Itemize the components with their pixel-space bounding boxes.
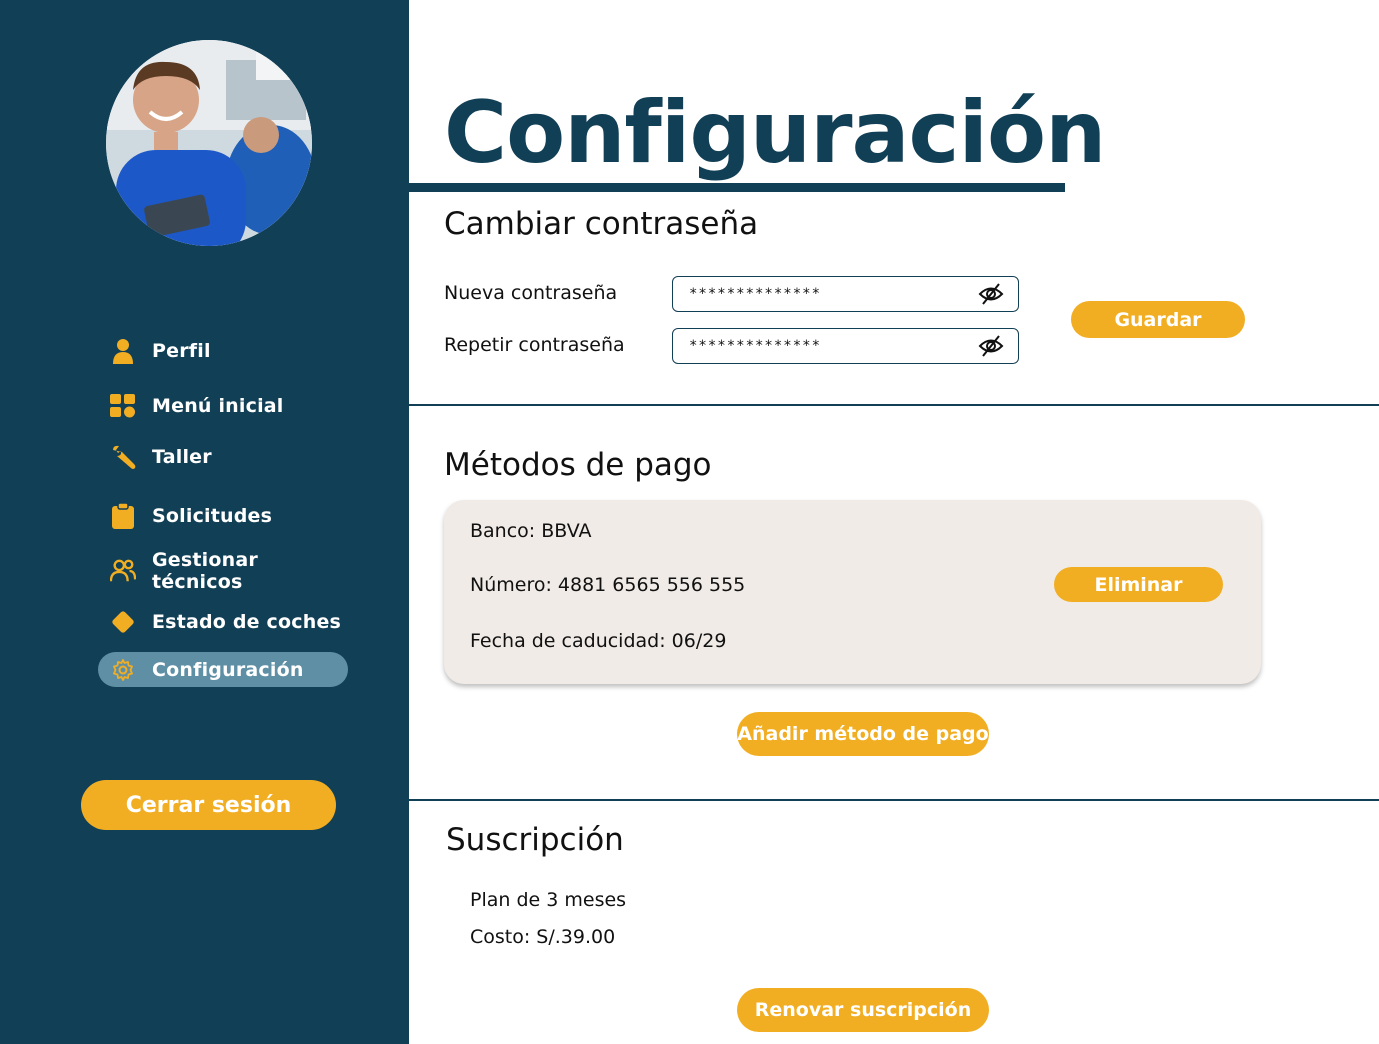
plan-text: Plan de 3 meses <box>470 889 627 911</box>
sidebar-item-configuracion[interactable]: Configuración <box>98 652 348 687</box>
avatar <box>106 40 312 246</box>
sidebar-item-label: Menú inicial <box>152 395 284 417</box>
sidebar-item-label: Estado de coches <box>152 611 342 633</box>
subscription-section-title: Suscripción <box>446 822 624 858</box>
save-button[interactable]: Guardar <box>1071 301 1245 338</box>
sidebar-item-solicitudes[interactable]: Solicitudes <box>98 498 348 534</box>
sidebar-item-menu-inicial[interactable]: Menú inicial <box>98 388 348 424</box>
new-password-value: ************** <box>689 286 822 302</box>
sidebar-item-label: Solicitudes <box>152 505 273 527</box>
sidebar-item-taller[interactable]: Taller <box>98 439 348 475</box>
add-payment-button[interactable]: Añadir método de pago <box>737 712 989 756</box>
new-password-field[interactable]: ************** <box>672 276 1019 312</box>
sidebar-item-label: Gestionar técnicos <box>152 549 258 593</box>
wrench-icon <box>110 444 136 470</box>
gear-icon <box>110 657 136 683</box>
clipboard-icon <box>110 503 136 529</box>
renew-subscription-button[interactable]: Renovar suscripción <box>737 988 989 1032</box>
cost-text: Costo: S/.39.00 <box>470 926 616 948</box>
title-underline <box>409 183 1065 192</box>
delete-payment-button[interactable]: Eliminar <box>1054 567 1223 602</box>
logout-button[interactable]: Cerrar sesión <box>81 780 336 830</box>
sidebar-item-estado-de-coches[interactable]: Estado de coches <box>98 604 348 640</box>
sidebar-item-label: Configuración <box>152 658 304 681</box>
users-icon <box>110 558 136 584</box>
eye-off-icon[interactable] <box>978 333 1004 359</box>
section-divider <box>409 799 1379 801</box>
section-divider <box>409 404 1379 406</box>
page-title: Configuración <box>444 83 1106 183</box>
sidebar-item-gestionar-tecnicos[interactable]: Gestionar técnicos <box>98 549 348 593</box>
repeat-password-value: ************** <box>689 338 822 354</box>
sidebar-item-label: Perfil <box>152 340 211 362</box>
card-number-text: Número: 4881 6565 556 555 <box>470 574 746 596</box>
sidebar: Perfil Menú inicial Taller Solicitudes G <box>0 0 409 1044</box>
diamond-icon <box>110 609 136 635</box>
eye-off-icon[interactable] <box>978 281 1004 307</box>
payment-section-title: Métodos de pago <box>444 447 712 483</box>
repeat-password-field[interactable]: ************** <box>672 328 1019 364</box>
sidebar-item-perfil[interactable]: Perfil <box>98 333 348 369</box>
payment-card: Banco: BBVA Número: 4881 6565 556 555 Fe… <box>444 500 1261 684</box>
grid-icon <box>110 393 136 419</box>
repeat-password-label: Repetir contraseña <box>444 334 625 356</box>
user-icon <box>110 338 136 364</box>
bank-text: Banco: BBVA <box>470 520 592 542</box>
sidebar-item-label: Taller <box>152 446 212 468</box>
new-password-label: Nueva contraseña <box>444 282 618 304</box>
expiry-text: Fecha de caducidad: 06/29 <box>470 630 727 652</box>
password-section-title: Cambiar contraseña <box>444 206 759 242</box>
